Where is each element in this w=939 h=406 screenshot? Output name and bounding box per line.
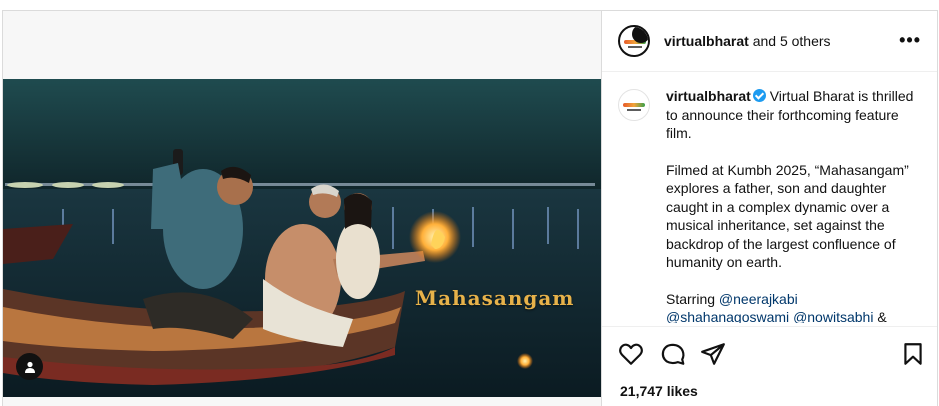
caption-starring: Starring @neerajkabi @shahanagoswami @no… bbox=[666, 290, 921, 324]
post-author[interactable]: virtualbharat and 5 others bbox=[664, 33, 831, 49]
film-still-image bbox=[3, 79, 601, 397]
post-header: virtualbharat and 5 others ••• bbox=[602, 11, 937, 72]
more-horizontal-icon[interactable]: ••• bbox=[899, 31, 921, 49]
user-tag-button[interactable] bbox=[16, 353, 43, 380]
post-media[interactable]: Mahasangam bbox=[3, 11, 601, 406]
mention-link[interactable]: @shahanagoswami bbox=[666, 309, 789, 323]
avatar[interactable] bbox=[618, 89, 650, 121]
caption-body: Filmed at Kumbh 2025, “Mahasangam” explo… bbox=[666, 161, 909, 271]
action-bar: 21,747 likes bbox=[602, 326, 937, 406]
caption-username[interactable]: virtualbharat bbox=[666, 88, 751, 104]
caption: virtualbharat Virtual Bharat is thrilled… bbox=[618, 87, 921, 323]
caption-text: virtualbharat Virtual Bharat is thrilled… bbox=[666, 87, 921, 323]
collab-text[interactable]: and 5 others bbox=[753, 33, 831, 49]
bookmark-icon[interactable] bbox=[900, 341, 926, 367]
share-icon[interactable] bbox=[700, 341, 726, 367]
starring-label: Starring bbox=[666, 290, 716, 307]
heart-icon[interactable] bbox=[618, 341, 644, 367]
mention-link[interactable]: @nowitsabhi bbox=[793, 309, 873, 323]
post-sidebar: virtualbharat and 5 others ••• virtualbh… bbox=[601, 11, 937, 406]
avatar[interactable] bbox=[618, 25, 650, 57]
likes-count[interactable]: 21,747 likes bbox=[620, 383, 698, 399]
comment-icon[interactable] bbox=[660, 341, 686, 367]
film-title-overlay: Mahasangam bbox=[415, 286, 575, 310]
header-username[interactable]: virtualbharat bbox=[664, 33, 749, 49]
user-tag-icon bbox=[24, 361, 35, 373]
post-container: Mahasangam virtualbharat and 5 others ••… bbox=[2, 10, 938, 406]
caption-trailing: & bbox=[877, 309, 887, 323]
verified-badge-icon bbox=[752, 89, 766, 102]
mention-link[interactable]: @neerajkabi bbox=[719, 291, 798, 307]
